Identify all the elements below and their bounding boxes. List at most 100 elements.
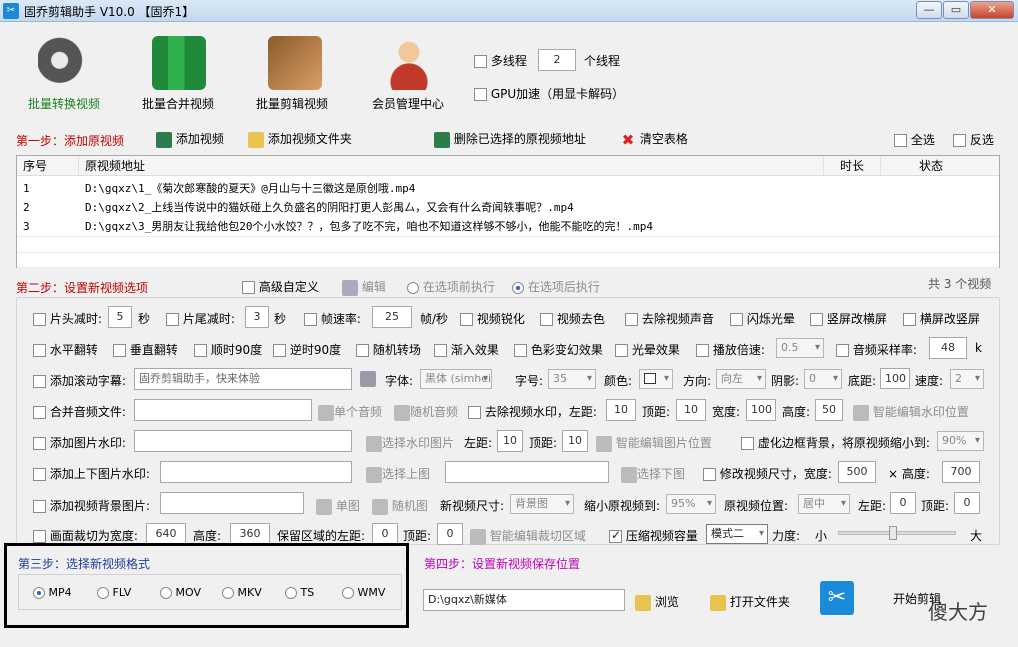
invert-select-button[interactable]: 反选	[953, 131, 994, 148]
compress-checkbox[interactable]	[609, 528, 622, 543]
tail-trim-input[interactable]: 3	[245, 306, 269, 328]
hflip-checkbox[interactable]	[33, 344, 46, 357]
wm-top-input[interactable]: 10	[676, 399, 706, 421]
fade-in-option[interactable]: 渐入效果	[434, 341, 499, 358]
ccw90-option[interactable]: 逆时90度	[273, 341, 341, 358]
choose-bottom-button[interactable]: 选择下图	[621, 465, 685, 483]
wm-left-input[interactable]: 10	[606, 399, 636, 421]
font-select[interactable]: 黑体 (simhei)	[420, 369, 492, 389]
add-folder-button[interactable]: 添加视频文件夹	[248, 130, 352, 148]
top-image-input[interactable]	[160, 461, 352, 483]
single-bg-button[interactable]: 单图	[316, 497, 360, 515]
sharpen-option[interactable]: 视频锐化	[460, 310, 525, 327]
decolor-checkbox[interactable]	[540, 313, 553, 326]
remove-watermark-option[interactable]: 去除视频水印，左距:	[468, 403, 597, 420]
keep-left-input[interactable]: 0	[372, 523, 398, 545]
resize-height-input[interactable]: 700	[942, 461, 980, 483]
select-all-button[interactable]: 全选	[894, 131, 935, 148]
flash-checkbox[interactable]	[730, 313, 743, 326]
compress-option[interactable]: 压缩视频容量	[609, 527, 698, 544]
delete-selected-button[interactable]: 删除已选择的原视频地址	[434, 130, 586, 148]
crop-option[interactable]: 画面裁切为宽度:	[33, 527, 138, 544]
v2h-checkbox[interactable]	[810, 313, 823, 326]
bg-left-input[interactable]: 0	[890, 492, 916, 514]
fps-checkbox[interactable]	[304, 313, 317, 326]
scroll-speed-select[interactable]: 2	[950, 369, 984, 389]
table-row[interactable]: 1 D:\gqxz\1_《菊次郎寒酸的夏天》@月山与十三徽这是原创哦.mp4	[17, 179, 999, 198]
image-watermark-input[interactable]	[134, 430, 352, 452]
sample-rate-input[interactable]: 48	[929, 337, 967, 359]
smart-image-button[interactable]: 智能编辑图片位置	[596, 434, 712, 452]
halo-checkbox[interactable]	[615, 344, 628, 357]
nav-batch-convert[interactable]: 批量转换视频	[28, 95, 100, 112]
smart-crop-button[interactable]: 智能编辑裁切区域	[470, 527, 586, 545]
nav-batch-edit[interactable]: 批量剪辑视频	[256, 95, 328, 112]
video-table[interactable]: 序号 原视频地址 时长 状态 1 D:\gqxz\1_《菊次郎寒酸的夏天》@月山…	[16, 155, 1000, 268]
select-all-checkbox[interactable]	[894, 134, 907, 147]
bg-image-input[interactable]	[160, 492, 304, 514]
wm-height-input[interactable]: 50	[815, 399, 843, 421]
img-top-input[interactable]: 10	[562, 430, 588, 452]
before-radio[interactable]	[407, 281, 419, 294]
force-slider[interactable]	[838, 526, 956, 540]
blur-border-checkbox[interactable]	[741, 437, 754, 450]
remove-audio-checkbox[interactable]	[625, 313, 638, 326]
after-radio[interactable]	[512, 281, 524, 294]
nav-batch-merge[interactable]: 批量合并视频	[142, 95, 214, 112]
bg-image-checkbox[interactable]	[33, 500, 46, 513]
add-video-button[interactable]: 添加视频	[156, 130, 224, 148]
merge-audio-checkbox[interactable]	[33, 406, 46, 419]
merge-audio-input[interactable]	[134, 399, 312, 421]
after-option[interactable]: 在选项后执行	[512, 278, 600, 295]
tail-trim-checkbox[interactable]	[166, 313, 179, 326]
thread-count-input[interactable]: 2	[538, 49, 576, 71]
before-option[interactable]: 在选项前执行	[407, 278, 495, 295]
tb-watermark-checkbox[interactable]	[33, 468, 46, 481]
cw90-option[interactable]: 顺时90度	[194, 341, 262, 358]
head-trim-option[interactable]: 片头减时:	[33, 310, 102, 327]
image-watermark-option[interactable]: 添加图片水印:	[33, 434, 126, 451]
sample-rate-option[interactable]: 音频采样率:	[836, 341, 917, 358]
crop-height-input[interactable]: 360	[230, 523, 270, 545]
vflip-option[interactable]: 垂直翻转	[113, 341, 178, 358]
bottom-input[interactable]: 100	[880, 368, 910, 389]
start-scissors-icon[interactable]: ✂	[820, 581, 854, 615]
fps-option[interactable]: 帧速率:	[304, 310, 361, 327]
subtitle-option[interactable]: 添加滚动字幕:	[33, 372, 126, 389]
speed-option[interactable]: 播放倍速:	[696, 341, 765, 358]
pos-select[interactable]: 居中	[798, 494, 850, 514]
remove-audio-option[interactable]: 去除视频声音	[625, 310, 714, 327]
direction-select[interactable]: 向左	[716, 369, 766, 389]
invert-checkbox[interactable]	[953, 134, 966, 147]
vflip-checkbox[interactable]	[113, 344, 126, 357]
single-audio-button[interactable]: 单个音频	[318, 403, 382, 421]
bg-image-option[interactable]: 添加视频背景图片:	[33, 497, 150, 514]
keep-top-input[interactable]: 0	[437, 523, 463, 545]
tb-watermark-option[interactable]: 添加上下图片水印:	[33, 465, 150, 482]
img-left-input[interactable]: 10	[497, 430, 523, 452]
ccw90-checkbox[interactable]	[273, 344, 286, 357]
blur-border-option[interactable]: 虚化边框背景，将原视频缩小到:	[741, 434, 930, 451]
smart-watermark-button[interactable]: 智能编辑水印位置	[853, 403, 969, 421]
subtitle-edit-icon[interactable]	[360, 371, 376, 387]
merge-grid-icon[interactable]	[152, 36, 206, 90]
minimize-button[interactable]: —	[916, 1, 942, 19]
table-row[interactable]: 2 D:\gqxz\2_上线当传说中的猫妖碰上久负盛名的阴阳打更人彭禺厶，又会有…	[17, 198, 999, 217]
head-trim-input[interactable]: 5	[108, 306, 132, 328]
sharpen-checkbox[interactable]	[460, 313, 473, 326]
color-select[interactable]	[639, 369, 673, 389]
bg-top-input[interactable]: 0	[954, 492, 980, 514]
color-change-option[interactable]: 色彩变幻效果	[514, 341, 603, 358]
blur-shrink-select[interactable]: 90%	[937, 431, 984, 451]
flash-option[interactable]: 闪烁光晕	[730, 310, 795, 327]
v2h-option[interactable]: 竖屏改横屏	[810, 310, 887, 327]
random-bg-button[interactable]: 随机图	[372, 497, 428, 515]
random-transition-option[interactable]: 随机转场	[356, 341, 421, 358]
head-trim-checkbox[interactable]	[33, 313, 46, 326]
image-watermark-checkbox[interactable]	[33, 437, 46, 450]
color-change-checkbox[interactable]	[514, 344, 527, 357]
clear-table-button[interactable]: ✖ 清空表格	[620, 130, 688, 148]
h2v-checkbox[interactable]	[903, 313, 916, 326]
random-audio-button[interactable]: 随机音频	[394, 403, 458, 421]
gpu-checkbox[interactable]	[474, 88, 487, 101]
